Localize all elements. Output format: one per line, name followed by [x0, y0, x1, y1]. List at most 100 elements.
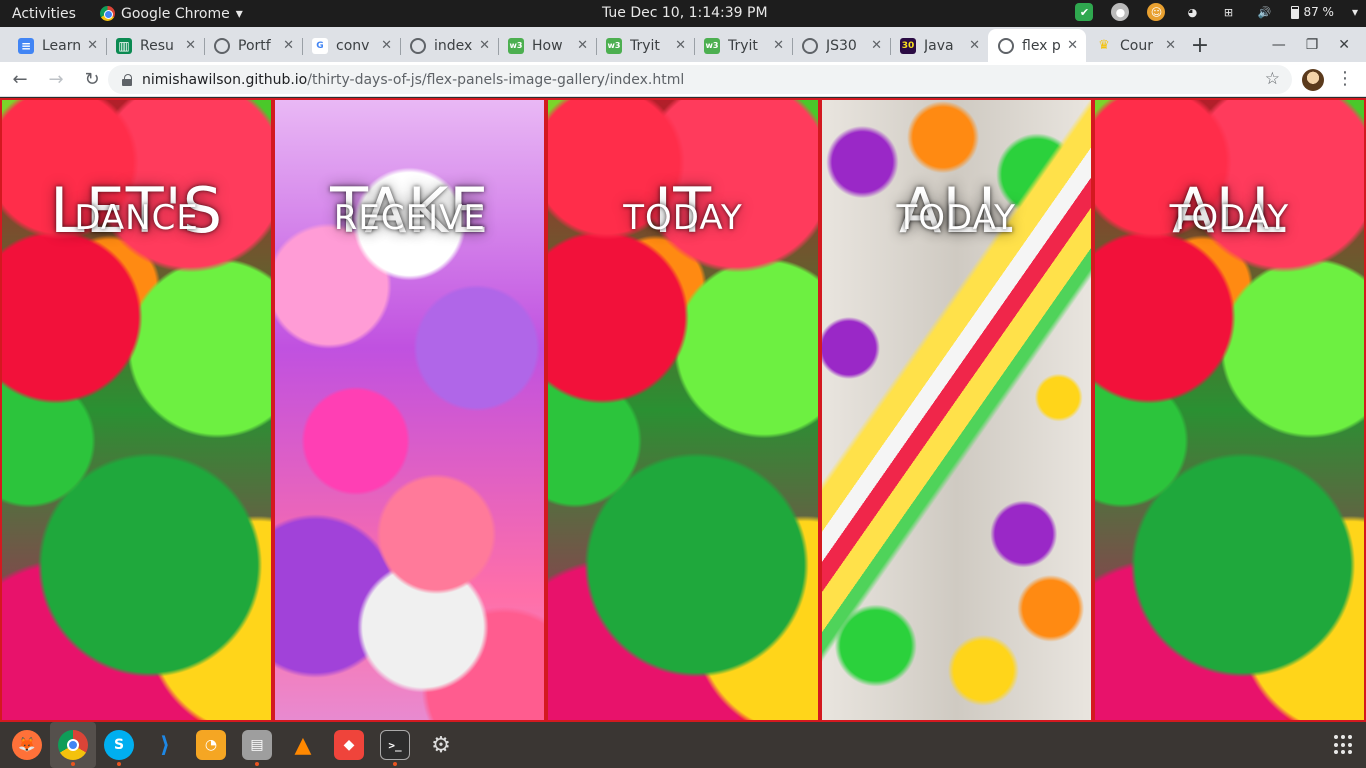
tab-title: Portf — [238, 37, 271, 54]
tab-7[interactable]: w3 Tryit ✕ — [694, 29, 792, 62]
power-menu-arrow-icon[interactable]: ▾ — [1352, 5, 1358, 19]
tab-1[interactable]: ▥ Resu ✕ — [106, 29, 204, 62]
flex-panel-3[interactable]: IT TODAY — [546, 98, 820, 722]
tab-6[interactable]: w3 Tryit ✕ — [596, 29, 694, 62]
tab-5[interactable]: w3 How ✕ — [498, 29, 596, 62]
crown-icon: ♛ — [1098, 38, 1110, 53]
dock-item-chrome[interactable] — [50, 722, 96, 768]
trello-icon: ▥ — [116, 37, 132, 54]
battery-icon — [1291, 5, 1300, 19]
close-tab-icon[interactable]: ✕ — [1067, 38, 1078, 53]
show-applications-icon[interactable] — [1334, 735, 1354, 755]
docs-icon: ≡ — [18, 37, 34, 54]
battery-indicator[interactable]: 87 % — [1291, 5, 1334, 19]
tab-3[interactable]: Gconv ✕ — [302, 29, 400, 62]
close-tab-icon[interactable]: ✕ — [381, 38, 392, 53]
tab-title: How — [532, 37, 563, 54]
files-icon: ▤ — [242, 730, 272, 760]
flex-panel-5[interactable]: ALL TODAY — [1092, 98, 1366, 722]
flex-panel-4[interactable]: ALL TODAY — [819, 98, 1093, 722]
close-tab-icon[interactable]: ✕ — [969, 38, 980, 53]
chrome-icon — [58, 730, 88, 760]
reload-button[interactable]: ↻ — [76, 63, 108, 95]
system-top-bar: Activities Google Chrome ▾ Tue Dec 10, 1… — [0, 0, 1366, 27]
network-icon[interactable]: ⊞ — [1219, 3, 1237, 21]
dock-item-firefox[interactable]: 🦊 — [4, 722, 50, 768]
close-tab-icon[interactable]: ✕ — [1165, 38, 1176, 53]
skype-icon: S — [104, 730, 134, 760]
tab-10[interactable]: flex p ✕ — [988, 29, 1086, 62]
tab-11[interactable]: ♛ Cour ✕ — [1086, 29, 1184, 62]
dock-item-blender[interactable]: ◔ — [188, 722, 234, 768]
profile-avatar[interactable] — [1302, 69, 1324, 91]
tab-0[interactable]: ≡ Learn ✕ — [8, 29, 106, 62]
flex-panel-2[interactable]: TAKE RECEIVE — [273, 98, 547, 722]
software-updater-icon: ⚙ — [431, 732, 451, 758]
clock[interactable]: Tue Dec 10, 1:14:39 PM — [602, 5, 768, 21]
close-tab-icon[interactable]: ✕ — [283, 38, 294, 53]
lock-icon[interactable] — [122, 73, 132, 86]
new-tab-button[interactable]: + — [1184, 29, 1216, 62]
minimize-icon[interactable]: — — [1272, 37, 1286, 53]
w3schools-icon: w3 — [508, 37, 524, 54]
url-host: nimishawilson.github.io — [142, 71, 308, 88]
vscode-icon: ⟩ — [159, 732, 171, 758]
globe-icon — [214, 37, 230, 54]
close-tab-icon[interactable]: ✕ — [87, 38, 98, 53]
javascript30-icon: 30 — [900, 37, 916, 54]
running-indicator — [393, 762, 397, 766]
activities-button[interactable]: Activities — [0, 6, 92, 22]
close-tab-icon[interactable]: ✕ — [871, 38, 882, 53]
dock-item-anydesk[interactable]: ◆ — [326, 722, 372, 768]
panel-subtitle: TODAY — [623, 198, 743, 238]
tab-9[interactable]: 30 Java ✕ — [890, 29, 988, 62]
app-menu[interactable]: Google Chrome ▾ — [92, 6, 243, 22]
panel-subtitle: TODAY — [1169, 198, 1290, 238]
tab-title: index — [434, 37, 473, 54]
close-tab-icon[interactable]: ✕ — [577, 38, 588, 53]
close-tab-icon[interactable]: ✕ — [185, 38, 196, 53]
app-menu-label: Google Chrome — [121, 5, 230, 22]
battery-percent: 87 % — [1303, 5, 1334, 19]
address-bar[interactable]: nimishawilson.github.io/thirty-days-of-j… — [108, 65, 1292, 94]
check-icon[interactable]: ✔ — [1075, 3, 1094, 21]
window-controls: — ❐ ✕ — [1272, 27, 1366, 62]
dock-item-skype[interactable]: S — [96, 722, 142, 768]
dock-item-vlc[interactable]: ▲ — [280, 722, 326, 768]
tab-title: Java — [924, 37, 954, 54]
dock-item-terminal[interactable]: >_ — [372, 722, 418, 768]
tab-list: ≡ Learn ✕ ▥ Resu ✕ Portf ✕ Gconv ✕ index ✕ w3 How ✕ w3 T… — [8, 29, 1184, 62]
dock: 🦊 S ⟩ ◔ ▤ ▲ ◆ >_ ⚙ — [0, 722, 1366, 768]
tab-4[interactable]: index ✕ — [400, 29, 498, 62]
close-window-icon[interactable]: ✕ — [1338, 37, 1350, 53]
forward-button[interactable]: → — [40, 63, 72, 95]
maximize-icon[interactable]: ❐ — [1306, 37, 1319, 53]
vpn-icon[interactable]: ◕ — [1183, 3, 1201, 21]
tab-title: conv — [336, 37, 370, 54]
dock-item-vscode[interactable]: ⟩ — [142, 722, 188, 768]
back-button[interactable]: ← — [4, 63, 36, 95]
tab-8[interactable]: JS30 ✕ — [792, 29, 890, 62]
chrome-menu-icon[interactable]: ⋮ — [1336, 68, 1354, 89]
bookmark-star-icon[interactable]: ☆ — [1265, 69, 1280, 89]
system-tray: ✔ ● ☺ ◕ ⊞ 🔊 87 % ▾ — [1075, 3, 1358, 21]
tab-title: flex p — [1022, 37, 1061, 54]
tab-title: JS30 — [826, 37, 857, 54]
record-icon[interactable]: ● — [1111, 3, 1130, 21]
w3schools-icon: w3 — [704, 37, 720, 54]
flex-panel-1[interactable]: LET'S DANCE — [0, 98, 274, 722]
volume-icon[interactable]: 🔊 — [1255, 3, 1273, 21]
chevron-down-icon: ▾ — [235, 5, 243, 22]
close-tab-icon[interactable]: ✕ — [773, 38, 784, 53]
tab-2[interactable]: Portf ✕ — [204, 29, 302, 62]
dock-item-files[interactable]: ▤ — [234, 722, 280, 768]
dock-item-software-updater[interactable]: ⚙ — [418, 722, 464, 768]
globe-icon — [998, 37, 1014, 54]
panel-subtitle: TODAY — [896, 198, 1016, 238]
running-indicator — [255, 762, 259, 766]
close-tab-icon[interactable]: ✕ — [675, 38, 686, 53]
flex-panels-gallery: LET'S DANCE TAKE RECEIVE IT TODAY ALL TODAY ALL T… — [0, 98, 1366, 722]
globe-icon — [802, 37, 818, 54]
close-tab-icon[interactable]: ✕ — [479, 38, 490, 53]
mascot-icon[interactable]: ☺ — [1147, 3, 1166, 21]
